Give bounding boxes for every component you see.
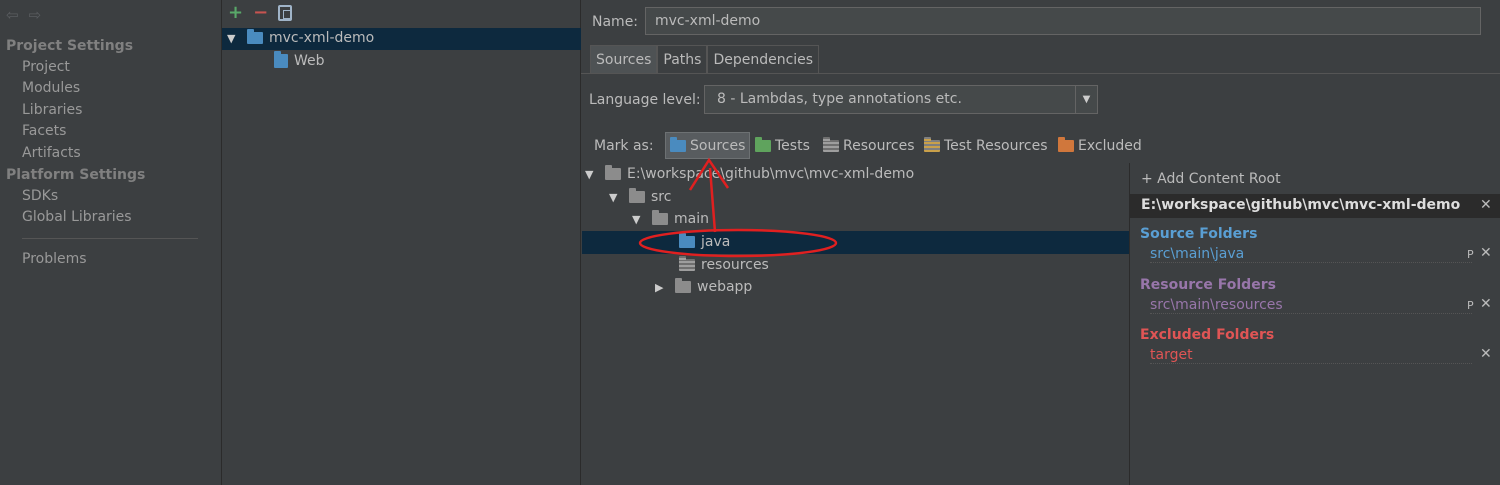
tree-row-webapp[interactable]: ▶ webapp [655,278,753,295]
tabs-divider [581,73,1500,74]
close-icon[interactable]: ✕ [1480,245,1492,261]
tree-row-resources[interactable]: resources [679,256,769,273]
language-level-label: Language level: [589,92,701,108]
excluded-folder-item[interactable]: target [1150,347,1472,364]
forward-arrow-icon[interactable]: ⇨ [29,6,42,24]
section-project-settings: Project Settings [6,38,134,54]
tree-row-java[interactable]: java [679,233,731,250]
resources-folder-icon [823,136,839,152]
sidebar-item-sdks[interactable]: SDKs [22,188,58,204]
facet-name: Web [294,53,325,69]
excluded-folder-icon [1058,136,1074,152]
folder-icon [629,188,645,203]
section-platform-settings: Platform Settings [6,167,146,183]
mark-tests-label: Tests [775,137,810,154]
module-name: mvc-xml-demo [269,30,375,46]
remove-icon[interactable]: − [253,2,268,23]
add-icon[interactable]: + [228,2,243,23]
tree-row-src[interactable]: ▼ src [609,188,672,205]
sidebar-divider [22,238,198,239]
tab-paths[interactable]: Paths [657,45,708,73]
expand-arrow-icon[interactable]: ▼ [227,32,241,45]
tree-row-main[interactable]: ▼ main [632,210,709,227]
mark-sources-label: Sources [690,137,746,154]
resource-folder-item[interactable]: src\main\resources [1150,297,1472,314]
tab-sources[interactable]: Sources [590,45,658,73]
mark-tests-button[interactable]: Tests [751,132,814,159]
tests-folder-icon [755,136,771,152]
tree-root-label: E:\workspace\github\mvc\mvc-xml-demo [627,166,915,182]
tree-resources-label: resources [701,257,769,273]
close-icon[interactable]: ✕ [1480,197,1492,213]
settings-sidebar: ⇦ ⇨ Project Settings Project Modules Lib… [0,0,222,485]
sidebar-item-global-libraries[interactable]: Global Libraries [22,209,132,225]
mark-test-resources-label: Test Resources [944,137,1048,154]
back-arrow-icon[interactable]: ⇦ [6,6,19,24]
dropdown-arrow-icon[interactable]: ▼ [1075,86,1097,113]
sidebar-item-facets[interactable]: Facets [22,123,66,139]
folder-icon [675,278,691,293]
module-folder-icon [247,29,263,44]
modules-panel: + − ▼ mvc-xml-demo Web [222,0,581,485]
folder-icon [652,210,668,225]
expand-arrow-icon[interactable]: ▼ [632,213,646,226]
facet-row[interactable]: Web [274,51,325,69]
module-settings-panel: Name: mvc-xml-demo Sources Paths Depende… [581,0,1500,485]
mark-test-resources-button[interactable]: Test Resources [920,132,1052,159]
language-level-select[interactable]: 8 - Lambdas, type annotations etc. ▼ [704,85,1098,114]
web-facet-icon [274,51,288,68]
language-level-value: 8 - Lambdas, type annotations etc. [717,91,962,107]
folder-icon [605,165,621,180]
expand-arrow-icon[interactable]: ▼ [609,191,623,204]
source-folder-item[interactable]: src\main\java [1150,246,1472,263]
tree-row-root[interactable]: ▼ E:\workspace\github\mvc\mvc-xml-demo [585,165,915,182]
sources-folder-icon [670,136,686,152]
name-label: Name: [592,14,639,30]
tree-main-label: main [674,211,709,227]
close-icon[interactable]: ✕ [1480,346,1492,362]
content-root-header: E:\workspace\github\mvc\mvc-xml-demo ✕ [1130,194,1500,218]
test-resources-folder-icon [924,136,940,152]
modules-toolbar: + − [228,2,293,23]
copy-icon[interactable] [278,4,293,21]
excluded-folders-title: Excluded Folders [1140,327,1275,343]
tree-java-label: java [701,234,731,250]
sidebar-item-libraries[interactable]: Libraries [22,102,82,118]
close-icon[interactable]: ✕ [1480,296,1492,312]
mark-excluded-label: Excluded [1078,137,1142,154]
tab-bar: Sources Paths Dependencies [590,45,820,73]
sidebar-item-modules[interactable]: Modules [22,80,80,96]
mark-sources-button[interactable]: Sources [665,132,751,159]
module-row[interactable]: ▼ mvc-xml-demo [227,29,375,46]
properties-icon[interactable]: P [1467,248,1474,261]
sidebar-item-project[interactable]: Project [22,59,70,75]
name-input[interactable]: mvc-xml-demo [645,7,1481,35]
content-roots-panel: + Add Content Root E:\workspace\github\m… [1129,163,1500,485]
collapse-arrow-icon[interactable]: ▶ [655,281,669,294]
tree-src-label: src [651,189,672,205]
source-folder-icon [679,233,695,248]
tree-selection [582,231,1130,254]
mark-excluded-button[interactable]: Excluded [1054,132,1146,159]
sidebar-item-artifacts[interactable]: Artifacts [22,145,81,161]
mark-as-label: Mark as: [594,138,654,154]
resource-folder-icon [679,256,695,271]
mark-resources-button[interactable]: Resources [819,132,919,159]
content-root-path: E:\workspace\github\mvc\mvc-xml-demo [1141,197,1461,213]
add-content-root-button[interactable]: + Add Content Root [1141,171,1281,187]
properties-icon[interactable]: P [1467,299,1474,312]
expand-arrow-icon[interactable]: ▼ [585,168,599,181]
source-folders-title: Source Folders [1140,226,1258,242]
mark-resources-label: Resources [843,137,915,154]
tree-webapp-label: webapp [697,279,753,295]
nav-arrows: ⇦ ⇨ [6,6,41,24]
sidebar-item-problems[interactable]: Problems [22,251,87,267]
resource-folders-title: Resource Folders [1140,277,1276,293]
tab-dependencies[interactable]: Dependencies [707,45,820,73]
